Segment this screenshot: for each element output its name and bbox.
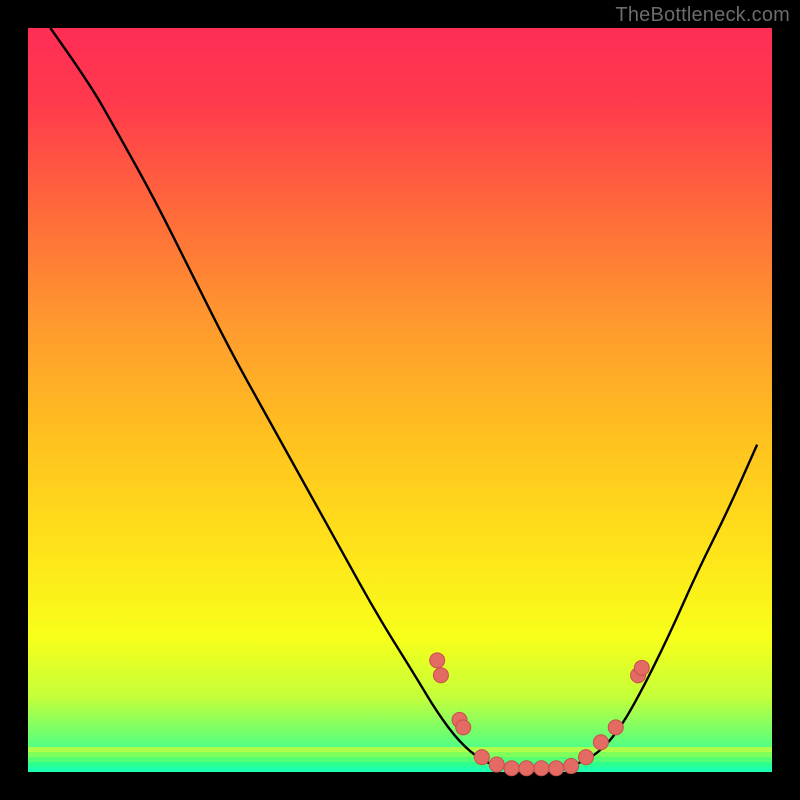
bottom-stripes xyxy=(28,747,772,772)
curve-marker xyxy=(608,720,623,735)
curve-marker xyxy=(489,757,504,772)
curve-marker xyxy=(519,761,534,776)
bottleneck-chart xyxy=(0,0,800,800)
curve-marker xyxy=(593,735,608,750)
curve-marker xyxy=(433,668,448,683)
curve-marker xyxy=(534,761,549,776)
curve-marker xyxy=(579,750,594,765)
chart-stage: TheBottleneck.com xyxy=(0,0,800,800)
curve-marker xyxy=(549,761,564,776)
curve-marker xyxy=(564,759,579,774)
curve-marker xyxy=(430,653,445,668)
plot-background xyxy=(28,28,772,772)
curve-marker xyxy=(456,720,471,735)
curve-marker xyxy=(474,750,489,765)
curve-marker xyxy=(504,761,519,776)
watermark-text: TheBottleneck.com xyxy=(615,4,790,27)
curve-marker xyxy=(634,660,649,675)
